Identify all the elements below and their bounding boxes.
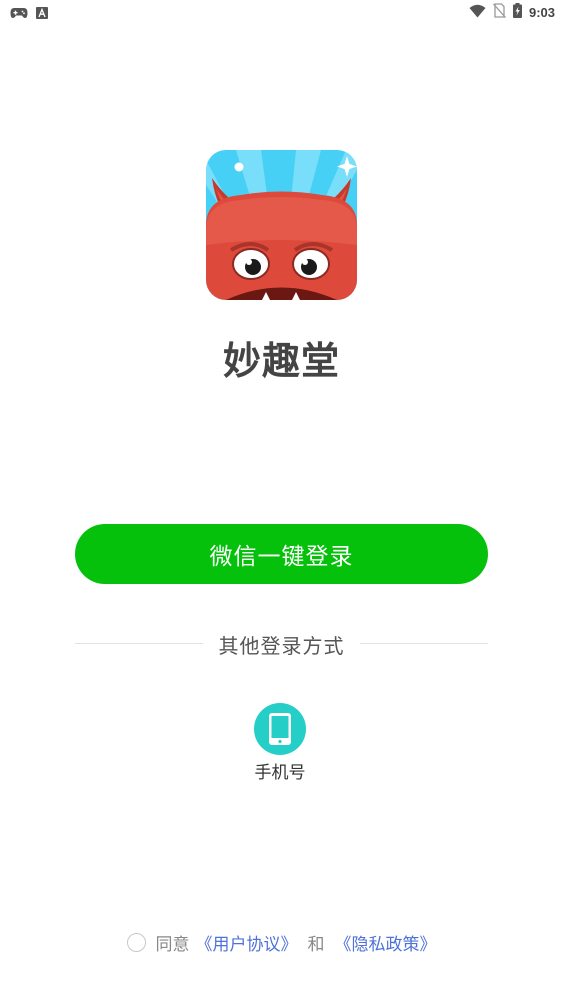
- gamepad-icon: [10, 4, 28, 23]
- phone-icon[interactable]: [254, 703, 306, 755]
- battery-charging-icon: [512, 3, 522, 22]
- phone-login-label: 手机号: [254, 763, 306, 783]
- agree-and: 和: [307, 935, 325, 955]
- devil-mascot-icon: [206, 150, 357, 300]
- font-a-icon: [36, 4, 48, 23]
- agreement-row: 同意 《用户协议》 和 《隐私政策》: [0, 930, 563, 955]
- status-time: 9:03: [528, 5, 555, 20]
- status-bar-left: [10, 4, 48, 23]
- wifi-icon: [469, 3, 486, 22]
- status-bar: 9:03: [0, 0, 563, 24]
- other-methods-title: 其他登录方式: [218, 634, 345, 658]
- user-agreement-link[interactable]: 《用户协议》: [196, 930, 298, 955]
- agree-checkbox[interactable]: [126, 933, 146, 952]
- app-name: 妙趣堂: [222, 339, 340, 383]
- agree-prefix: 同意: [155, 935, 190, 955]
- status-bar-right: 9:03: [469, 3, 555, 22]
- phone-login-button[interactable]: 手机号: [240, 703, 320, 783]
- no-sim-icon: [492, 3, 506, 22]
- wechat-login-button[interactable]: 微信一键登录: [75, 524, 488, 584]
- privacy-policy-link[interactable]: 《隐私政策》: [335, 930, 437, 955]
